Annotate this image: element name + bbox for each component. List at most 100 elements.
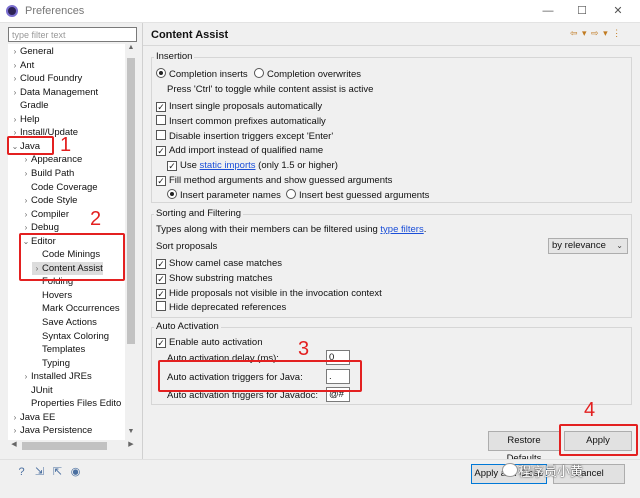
radio-selected-icon[interactable] [156,68,166,78]
chevron-right-icon[interactable]: › [21,208,31,221]
substring-checkbox[interactable]: ✓ Show substring matches [156,272,273,285]
tree-item[interactable]: Mark Occurrences [32,302,120,315]
insert-best-guessed-radio[interactable]: Insert best guessed arguments [286,189,429,202]
tree-item[interactable]: › Installed JREs [21,370,92,383]
tree-item[interactable]: › Appearance [21,153,83,166]
chevron-right-icon[interactable]: › [21,194,31,207]
filter-input[interactable] [8,27,137,42]
radio-selected-icon[interactable] [167,189,177,199]
check-icon[interactable]: ✓ [156,102,166,112]
add-import-checkbox[interactable]: ✓ Add import instead of qualified name [156,144,323,157]
tree-item[interactable]: › Code Style [21,194,78,207]
tree-item[interactable]: Save Actions [32,316,97,329]
hide-not-visible-checkbox[interactable]: ✓ Hide proposals not visible in the invoc… [156,287,382,300]
help-icon[interactable]: ? [15,466,28,479]
tree-item[interactable]: › Java Persistence [10,424,93,437]
camel-case-checkbox[interactable]: ✓ Show camel case matches [156,257,282,270]
static-imports-link[interactable]: static imports [200,160,256,171]
tree-item-label: Save Actions [42,317,97,328]
checkbox-empty-icon[interactable] [156,301,166,311]
minimize-button[interactable]: — [534,2,562,20]
close-button[interactable]: ✕ [604,2,632,20]
tree-item-label: Java Persistence [20,425,93,437]
check-icon[interactable]: ✓ [156,289,166,299]
tree-item[interactable]: Hovers [32,289,72,302]
tree-item-label: General [20,46,54,57]
pane-separator[interactable] [142,23,143,459]
history-nav-icons[interactable]: ⇦ ▾ ⇨ ▾ ⋮ [570,28,622,39]
completion-overwrites-radio[interactable]: Completion overwrites [254,68,361,81]
scroll-up-icon[interactable]: ▲ [125,44,137,56]
chevron-right-icon[interactable]: › [21,167,31,180]
annotation-box-4 [559,424,638,456]
tree-item[interactable]: Templates [32,343,85,356]
completion-inserts-radio[interactable]: Completion inserts [156,68,248,81]
radio-unselected-icon[interactable] [254,68,264,78]
tree-item[interactable]: JUnit [21,384,53,397]
auto-activation-group-label: Auto Activation [154,321,221,332]
tree-item[interactable]: Typing [32,357,70,370]
scroll-thumb[interactable] [127,58,135,344]
checkbox-empty-icon[interactable] [156,115,166,125]
fill-method-checkbox[interactable]: ✓ Fill method arguments and show guessed … [156,174,392,187]
tree-item[interactable]: › Ant [10,59,35,72]
annotation-number-4: 4 [584,399,596,421]
check-icon[interactable]: ✓ [156,338,166,348]
chevron-right-icon[interactable]: › [21,370,31,383]
scroll-left-icon[interactable]: ◀ [8,440,20,452]
tree-item[interactable]: › Data Management [10,86,99,99]
common-prefixes-checkbox[interactable]: Insert common prefixes automatically [156,115,326,128]
disable-triggers-checkbox[interactable]: Disable insertion triggers except 'Enter… [156,130,333,143]
tree-item[interactable]: › General [10,45,54,58]
window-title: Preferences [25,5,85,17]
scroll-right-icon[interactable]: ▶ [125,440,137,452]
tree-horizontal-scrollbar[interactable]: ◀ ▶ [8,440,137,452]
tree-item-label: JUnit [31,384,53,396]
check-icon[interactable]: ✓ [167,161,177,171]
insert-param-names-radio[interactable]: Insert parameter names [167,189,281,202]
check-icon[interactable]: ✓ [156,274,166,284]
tree-item[interactable]: › Java EE [10,411,56,424]
type-filters-link[interactable]: type filters [380,224,423,235]
page-title: Content Assist [151,29,229,41]
tree-item[interactable]: Code Coverage [21,181,98,194]
type-filters-text: Types along with their members can be fi… [156,224,427,235]
checkbox-empty-icon[interactable] [156,130,166,140]
tree-item[interactable]: Syntax Coloring [32,330,109,343]
export-icon[interactable]: ⇱ [51,466,64,479]
use-static-imports-checkbox[interactable]: ✓ Use static imports (only 1.5 or higher) [167,159,338,172]
tree-item[interactable]: › Compiler [21,208,69,221]
tree-item[interactable]: Properties Files Edito [21,397,121,410]
tree-item[interactable]: › Build Path [21,167,75,180]
check-icon[interactable]: ✓ [156,259,166,269]
chevron-right-icon[interactable]: › [21,153,31,166]
chevron-right-icon[interactable]: › [10,59,20,72]
hscroll-thumb[interactable] [22,442,107,450]
tree-item-label: Gradle [20,100,49,112]
tree-item[interactable]: › Help [10,113,40,126]
check-icon[interactable]: ✓ [156,146,166,156]
sort-proposals-select[interactable]: by relevance ⌄ [548,238,628,254]
tree-vertical-scrollbar[interactable]: ▲ ▼ [125,44,137,440]
chevron-right-icon[interactable]: › [10,113,20,126]
enable-auto-activation-checkbox[interactable]: ✓ Enable auto activation [156,336,262,349]
restore-defaults-button[interactable]: Restore Defaults [488,431,560,464]
record-icon[interactable]: ◉ [69,466,82,479]
chevron-right-icon[interactable]: › [10,86,20,99]
chevron-right-icon[interactable]: › [10,411,20,424]
hide-deprecated-checkbox[interactable]: Hide deprecated references [156,301,286,314]
import-icon[interactable]: ⇲ [33,466,46,479]
single-proposals-checkbox[interactable]: ✓ Insert single proposals automatically [156,100,322,113]
scroll-down-icon[interactable]: ▼ [125,428,137,440]
tree-item-label: Build Path [31,167,75,179]
tree-item[interactable]: › Cloud Foundry [10,72,83,85]
maximize-button[interactable]: ☐ [568,2,596,20]
radio-unselected-icon[interactable] [286,189,296,199]
tree-item[interactable]: Gradle [10,99,49,112]
chevron-right-icon[interactable]: › [10,424,20,437]
chevron-right-icon[interactable]: › [10,72,20,85]
tree-item-label: Code Coverage [31,181,98,193]
tree-item-label: Installed JREs [31,371,92,383]
check-icon[interactable]: ✓ [156,176,166,186]
chevron-right-icon[interactable]: › [10,45,20,58]
